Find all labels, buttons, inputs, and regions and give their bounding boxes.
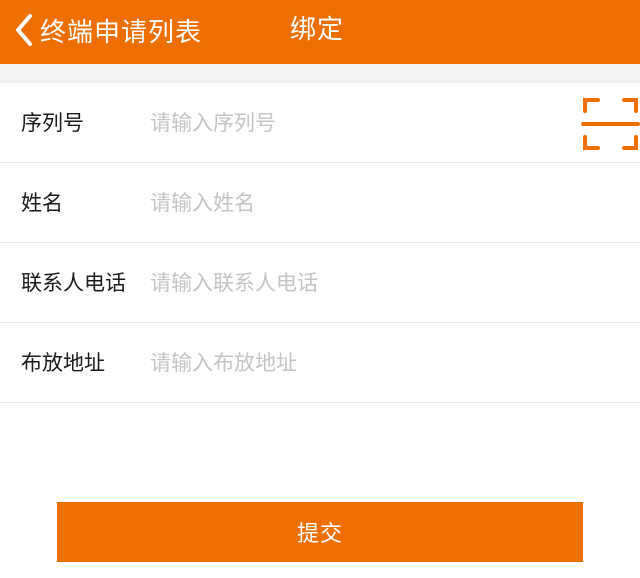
serial-number-label: 序列号: [21, 111, 84, 135]
name-row: 姓名: [0, 163, 640, 243]
serial-number-input[interactable]: [150, 103, 570, 143]
serial-number-row: 序列号: [0, 83, 640, 163]
contact-phone-row: 联系人电话: [0, 243, 640, 323]
scan-button[interactable]: [580, 95, 640, 153]
bind-form: 序列号 姓名 联系人电话 布放地址: [0, 83, 640, 403]
submit-button[interactable]: 提交: [57, 502, 583, 562]
contact-phone-input[interactable]: [150, 263, 570, 303]
top-bar: 终端申请列表 绑定: [0, 0, 640, 64]
chevron-left-icon: [16, 14, 32, 46]
section-gap: [0, 64, 640, 83]
name-input[interactable]: [150, 183, 570, 223]
placement-address-label: 布放地址: [21, 351, 105, 375]
back-label: 终端申请列表: [40, 17, 203, 48]
back-button[interactable]: 终端申请列表: [14, 8, 202, 52]
placement-address-row: 布放地址: [0, 323, 640, 403]
page-title: 绑定: [290, 15, 345, 45]
contact-phone-label: 联系人电话: [21, 271, 126, 295]
placement-address-input[interactable]: [150, 343, 570, 383]
name-label: 姓名: [21, 191, 63, 215]
scan-icon: [581, 98, 640, 150]
